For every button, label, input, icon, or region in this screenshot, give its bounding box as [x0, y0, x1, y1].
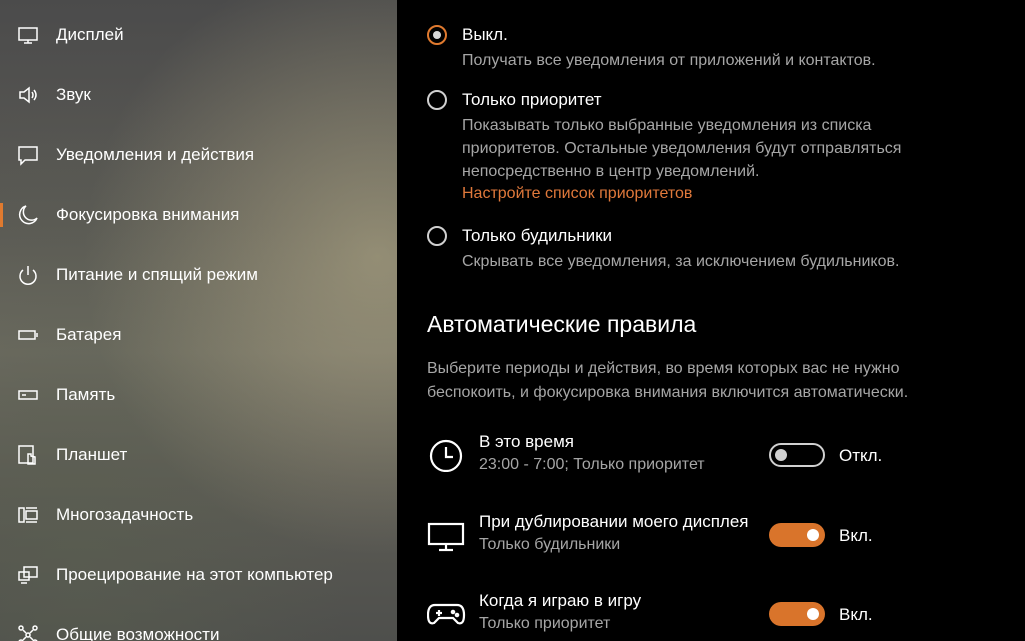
sidebar-item-battery[interactable]: Батарея — [0, 305, 397, 365]
sidebar-item-storage[interactable]: Память — [0, 365, 397, 425]
sidebar-item-multitasking[interactable]: Многозадачность — [0, 485, 397, 545]
section-description: Выберите периоды и действия, во время ко… — [427, 360, 909, 401]
tablet-icon — [17, 444, 39, 466]
sidebar-item-label: Планшет — [56, 445, 128, 464]
radio-priority-only[interactable] — [427, 90, 447, 110]
speaker-icon — [17, 84, 39, 106]
project-icon — [17, 564, 39, 586]
monitor-icon — [17, 24, 39, 46]
sidebar-item-focus-assist[interactable]: Фокусировка внимания — [0, 185, 397, 245]
rule-title: В это время — [479, 432, 574, 451]
rule-display-toggle[interactable] — [769, 523, 825, 547]
sidebar-item-label: Фокусировка внимания — [56, 205, 240, 224]
option-title: Только будильники — [462, 226, 613, 245]
sidebar-item-display[interactable]: Дисплей — [0, 5, 397, 65]
option-description: Скрывать все уведомления, за исключением… — [462, 253, 900, 270]
rule-title: Когда я играю в игру — [479, 591, 642, 610]
sidebar-item-projecting[interactable]: Проецирование на этот компьютер — [0, 545, 397, 605]
sidebar-item-label: Уведомления и действия — [56, 145, 255, 164]
shared-icon — [17, 624, 39, 641]
rule-duplicating-display: При дублировании моего дисплея Только бу… — [427, 512, 1007, 562]
sidebar-item-tablet[interactable]: Планшет — [0, 425, 397, 485]
option-title: Только приоритет — [462, 90, 602, 109]
sidebar-item-label: Память — [56, 385, 116, 404]
option-title: Выкл. — [462, 25, 508, 44]
storage-icon — [17, 384, 39, 406]
message-icon — [17, 144, 39, 166]
sidebar: Дисплей Звук Уведомления и действия Фоку… — [0, 0, 397, 641]
toggle-state: Вкл. — [839, 605, 873, 624]
sidebar-item-sound[interactable]: Звук — [0, 65, 397, 125]
option-description: Получать все уведомления от приложений и… — [462, 52, 876, 69]
multitask-icon — [17, 504, 39, 526]
rule-time: В это время 23:00 - 7:00; Только приорит… — [427, 432, 1007, 482]
toggle-knob — [807, 608, 819, 620]
option-description: Показывать только выбранные уведомления … — [462, 117, 902, 180]
sidebar-item-label: Питание и спящий режим — [56, 265, 258, 284]
sidebar-item-label: Общие возможности — [56, 625, 220, 641]
section-title: Автоматические правила — [427, 311, 697, 337]
gamepad-icon — [426, 595, 467, 631]
sidebar-item-label: Звук — [56, 85, 91, 104]
display-icon — [427, 516, 467, 552]
toggle-knob — [775, 449, 787, 461]
rule-time-toggle[interactable] — [769, 443, 825, 467]
rule-title: При дублировании моего дисплея — [479, 512, 749, 531]
sidebar-item-shared-experiences[interactable]: Общие возможности — [0, 605, 397, 641]
radio-alarms-only[interactable] — [427, 226, 447, 246]
main-content: Выкл. Получать все уведомления от прилож… — [397, 0, 1025, 641]
sidebar-item-label: Дисплей — [56, 25, 124, 44]
sidebar-item-notifications[interactable]: Уведомления и действия — [0, 125, 397, 185]
rule-gaming: Когда я играю в игру Только приоритет Вк… — [426, 591, 1007, 641]
rule-subtitle[interactable]: Только будильники — [479, 536, 620, 554]
rule-subtitle[interactable]: 23:00 - 7:00; Только приоритет — [479, 456, 705, 474]
battery-icon — [17, 324, 39, 346]
clock-icon — [427, 436, 467, 473]
moon-icon — [17, 204, 39, 226]
rule-subtitle[interactable]: Только приоритет — [479, 615, 610, 633]
rule-gaming-toggle[interactable] — [769, 602, 825, 626]
sidebar-item-power[interactable]: Питание и спящий режим — [0, 245, 397, 305]
radio-off[interactable] — [427, 25, 447, 45]
sidebar-item-label: Проецирование на этот компьютер — [56, 565, 333, 584]
sidebar-item-label: Многозадачность — [56, 505, 194, 524]
toggle-knob — [807, 529, 819, 541]
toggle-state: Откл. — [839, 446, 883, 465]
priority-list-link[interactable]: Настройте список приоритетов — [462, 185, 692, 203]
power-icon — [17, 264, 39, 286]
sidebar-item-label: Батарея — [56, 325, 122, 344]
toggle-state: Вкл. — [839, 526, 873, 545]
